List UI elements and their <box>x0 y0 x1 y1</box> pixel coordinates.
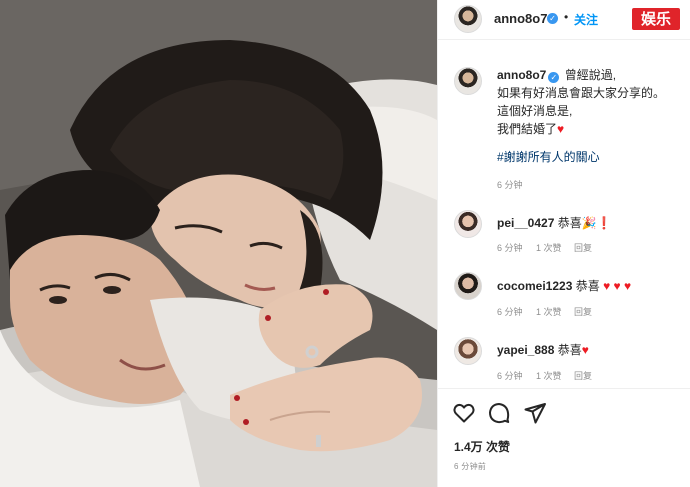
watermark-logo: 娱乐 <box>632 8 680 30</box>
comment-text: cocomei1223 恭喜 ♥ ♥ ♥ <box>497 277 631 294</box>
paper-plane-icon[interactable] <box>523 401 547 425</box>
commenter-username[interactable]: pei__0427 <box>497 216 554 230</box>
comment-like-count[interactable]: 1 次赞 <box>536 241 562 254</box>
verified-badge-icon: ✓ <box>548 72 560 83</box>
header-separator-dot: • <box>564 10 569 24</box>
caption-line-3: 這個好消息是, <box>497 104 573 118</box>
comment-time: 6 分钟 <box>497 371 523 381</box>
caption-author-avatar[interactable] <box>454 67 482 95</box>
post-timestamp[interactable]: 6 分钟前 <box>454 461 486 472</box>
caption-line-2: 如果有好消息會跟大家分享的。 <box>497 86 666 100</box>
couple-photo-illustration <box>0 0 437 487</box>
author-avatar[interactable] <box>454 5 482 33</box>
caption-text: anno8o7 ✓ 曾經說過, 如果有好消息會跟大家分享的。 這個好消息是, 我們… <box>497 66 687 138</box>
follow-button[interactable]: 关注 <box>574 11 598 28</box>
comment-reply-button[interactable]: 回复 <box>574 305 592 318</box>
commenter-username[interactable]: cocomei1223 <box>497 279 572 293</box>
comment-reply-button[interactable]: 回复 <box>574 369 592 382</box>
commenter-avatar[interactable] <box>454 272 482 300</box>
commenter-avatar[interactable] <box>454 337 482 365</box>
post-header: anno8o7 ✓ • 关注 娱乐 <box>438 0 690 40</box>
caption-line-4: 我們結婚了 <box>497 122 558 136</box>
comment-reply-button[interactable]: 回复 <box>574 241 592 254</box>
caption-hashtag[interactable]: #謝謝所有人的關心 <box>497 148 600 165</box>
post-actions-bar: 1.4万 次赞 6 分钟前 <box>438 388 690 487</box>
commenter-avatar[interactable] <box>454 210 482 238</box>
post-side-panel: anno8o7 ✓ • 关注 娱乐 anno8o7 ✓ 曾經說過, 如果有好消息會… <box>437 0 690 487</box>
comment-like-count[interactable]: 1 次赞 <box>536 305 562 318</box>
comment-time: 6 分钟 <box>497 243 523 253</box>
caption-username[interactable]: anno8o7 <box>497 68 546 82</box>
red-heart-icon: ♥ ♥ ♥ <box>603 279 632 293</box>
commenter-username[interactable]: yapei_888 <box>497 343 554 357</box>
author-username[interactable]: anno8o7 <box>494 11 547 26</box>
comment-time: 6 分钟 <box>497 307 523 317</box>
comment-bubble-icon[interactable] <box>487 401 511 425</box>
caption-line-1: 曾經說過, <box>564 68 617 82</box>
comment-body: 恭喜 <box>575 279 600 293</box>
comment-body: 恭喜🎉❗ <box>557 216 612 230</box>
comment-text: pei__0427 恭喜🎉❗ <box>497 214 612 231</box>
post-like-count[interactable]: 1.4万 次赞 <box>454 438 510 455</box>
comment-text: yapei_888 恭喜♥ <box>497 341 589 358</box>
red-heart-icon: ♥ <box>557 122 565 136</box>
caption-time: 6 分钟 <box>497 180 523 190</box>
heart-outline-icon[interactable] <box>452 401 476 425</box>
comment-like-count[interactable]: 1 次赞 <box>536 369 562 382</box>
post-photo[interactable] <box>0 0 437 487</box>
red-heart-icon: ♥ <box>581 343 589 357</box>
verified-badge-icon: ✓ <box>547 13 558 24</box>
comment-body: 恭喜 <box>557 343 582 357</box>
